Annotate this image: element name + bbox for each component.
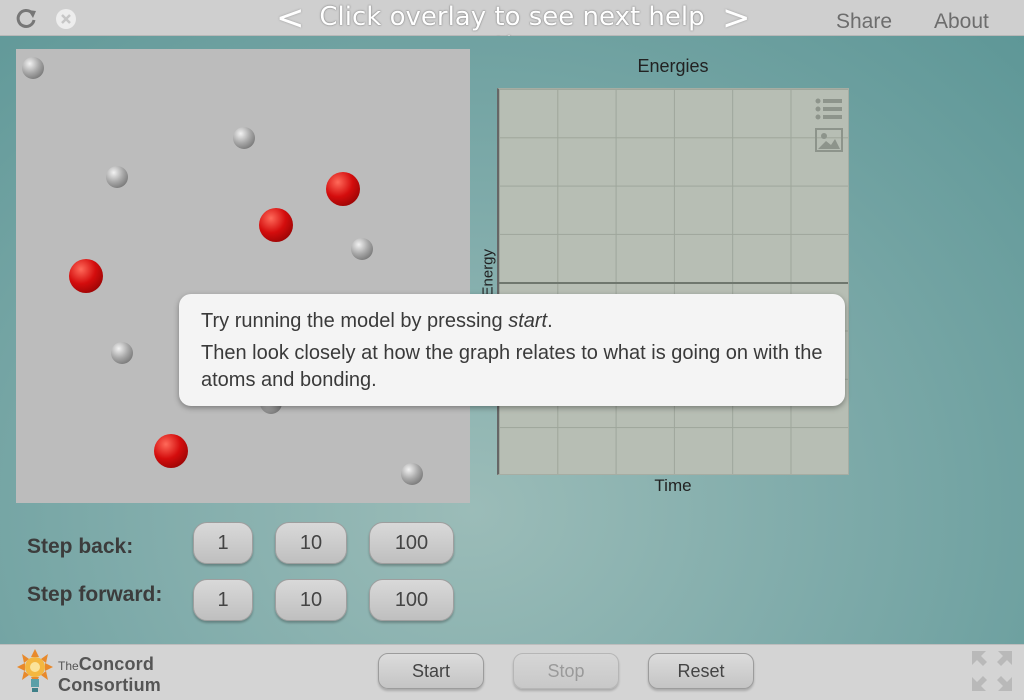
reset-button[interactable]: Reset — [648, 653, 754, 689]
step-forward-label: Step forward: — [27, 583, 163, 606]
atom-red[interactable] — [154, 434, 188, 468]
atom-gray[interactable] — [401, 463, 423, 485]
help-tip-line1: Try running the model by pressing start. — [201, 310, 553, 332]
atom-model-panel[interactable] — [16, 49, 470, 503]
energy-graph[interactable] — [497, 88, 849, 475]
graph-zero-line — [499, 282, 848, 284]
concord-logo-icon[interactable] — [14, 649, 56, 695]
help-tip-overlay[interactable]: Try running the model by pressing start.… — [179, 294, 845, 406]
atom-red[interactable] — [326, 172, 360, 206]
top-bar: < Click overlay to see next help tip > S… — [0, 0, 1024, 62]
image-icon[interactable] — [815, 128, 843, 152]
step-forward-10-button[interactable]: 10 — [275, 579, 347, 621]
step-forward-100-button[interactable]: 100 — [369, 579, 454, 621]
graph-y-axis-label: Energy — [479, 248, 497, 297]
close-icon[interactable] — [55, 8, 77, 30]
share-link[interactable]: Share — [836, 10, 892, 34]
graph-title: Energies — [637, 56, 709, 76]
step-back-1-button[interactable]: 1 — [193, 522, 253, 564]
step-forward-1-button[interactable]: 1 — [193, 579, 253, 621]
atom-gray[interactable] — [351, 238, 373, 260]
atom-gray[interactable] — [233, 127, 255, 149]
atom-red[interactable] — [69, 259, 103, 293]
help-next-button[interactable]: > — [722, 0, 751, 38]
legend-list-icon[interactable] — [815, 98, 843, 120]
start-button[interactable]: Start — [378, 653, 484, 689]
atom-gray[interactable] — [22, 57, 44, 79]
atom-red[interactable] — [259, 208, 293, 242]
step-back-10-button[interactable]: 10 — [275, 522, 347, 564]
atom-gray[interactable] — [106, 166, 128, 188]
about-link[interactable]: About — [934, 10, 989, 34]
step-back-100-button[interactable]: 100 — [369, 522, 454, 564]
step-back-label: Step back: — [27, 535, 134, 558]
reload-icon[interactable] — [15, 8, 37, 30]
fullscreen-icon[interactable] — [970, 649, 1014, 693]
help-tip-emphasis: start — [508, 310, 548, 332]
atom-gray[interactable] — [111, 342, 133, 364]
stop-button[interactable]: Stop — [513, 653, 619, 689]
bottom-bar: TheConcord Consortium Start Stop Reset — [0, 644, 1024, 700]
graph-x-axis-label: Time — [654, 476, 692, 495]
help-tip-line2: Then look closely at how the graph relat… — [201, 342, 823, 391]
concord-logo-text[interactable]: TheConcord Consortium — [58, 654, 161, 696]
